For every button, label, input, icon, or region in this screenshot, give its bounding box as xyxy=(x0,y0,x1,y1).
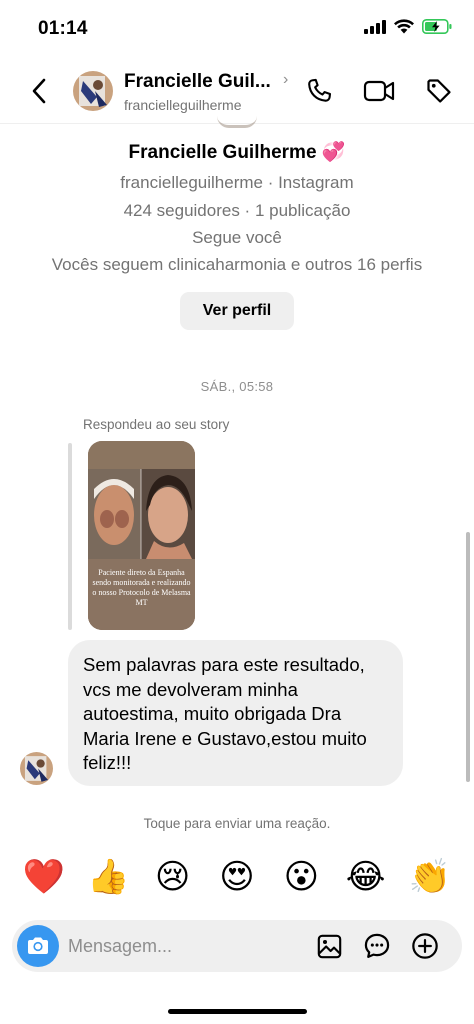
message-text: Sem palavras para este resultado, vcs me… xyxy=(83,654,367,773)
received-message-bubble[interactable]: Sem palavras para este resultado, vcs me… xyxy=(68,640,403,786)
home-indicator xyxy=(168,1009,307,1014)
header-display-name[interactable]: Francielle Guil... xyxy=(124,71,271,93)
back-button[interactable] xyxy=(22,74,56,108)
reaction-clapping[interactable]: 👏 xyxy=(408,855,452,899)
scrollbar[interactable] xyxy=(466,532,470,782)
video-call-button[interactable] xyxy=(362,74,396,108)
story-reply-label: Respondeu ao seu story xyxy=(83,417,230,432)
reaction-thumbs-up[interactable]: 👍 xyxy=(86,855,130,899)
chevron-left-icon xyxy=(32,78,46,104)
reaction-heart[interactable]: ❤️ xyxy=(22,855,66,899)
view-profile-button[interactable]: Ver perfil xyxy=(180,292,294,330)
camera-button[interactable] xyxy=(17,925,59,967)
chat-header: Francielle Guil... › francielleguilherme xyxy=(0,58,474,124)
message-composer xyxy=(12,920,462,972)
profile-source: francielleguilherme · Instagram xyxy=(120,173,354,192)
profile-display-name: Francielle Guilherme 💞 xyxy=(128,142,346,163)
add-button[interactable] xyxy=(410,931,440,961)
tag-icon xyxy=(427,79,451,103)
gallery-button[interactable] xyxy=(314,931,344,961)
reaction-crying[interactable]: 😢 xyxy=(151,855,195,899)
profile-stats: 424 seguidores · 1 publicação xyxy=(123,201,351,220)
video-camera-icon xyxy=(363,80,395,102)
profile-mutuals: Vocês seguem clinicaharmonia e outros 16… xyxy=(51,255,423,274)
message-timestamp: SÁB., 05:58 xyxy=(200,379,274,394)
phone-icon xyxy=(308,78,332,102)
sticker-button[interactable] xyxy=(362,931,392,961)
status-time: 01:14 xyxy=(38,18,88,39)
reply-indicator-bar xyxy=(68,443,72,630)
audio-call-button[interactable] xyxy=(302,74,336,108)
signal-icon xyxy=(364,19,386,39)
sender-avatar[interactable] xyxy=(20,752,53,785)
reaction-laughing[interactable]: 😂 xyxy=(344,855,388,899)
reaction-bar: ❤️ 👍 😢 😍 😮 😂 👏 xyxy=(22,852,452,902)
profile-photo xyxy=(20,752,53,785)
header-username[interactable]: francielleguilherme xyxy=(124,97,242,113)
reaction-hint: Toque para enviar uma reação. xyxy=(143,816,331,831)
message-input[interactable] xyxy=(68,920,298,972)
chevron-right-icon: › xyxy=(283,71,289,88)
tag-button[interactable] xyxy=(422,74,456,108)
battery-charging-icon xyxy=(422,19,452,39)
chat-bubble-dots-icon xyxy=(364,933,390,958)
story-thumbnail[interactable]: Paciente direto da Espanha sendo monitor… xyxy=(88,441,195,630)
reaction-surprised[interactable]: 😮 xyxy=(279,855,323,899)
header-avatar[interactable] xyxy=(73,71,113,111)
status-bar: 01:14 xyxy=(0,0,474,58)
profile-follows-you: Segue você xyxy=(192,228,282,247)
camera-icon xyxy=(28,937,48,954)
wifi-icon xyxy=(394,19,414,39)
plus-circle-icon xyxy=(412,933,438,959)
image-icon xyxy=(317,934,341,958)
story-caption: Paciente direto da Espanha sendo monitor… xyxy=(92,568,191,607)
profile-avatar-peek xyxy=(217,116,257,128)
reaction-heart-eyes[interactable]: 😍 xyxy=(215,855,259,899)
status-icons xyxy=(364,19,452,39)
profile-photo xyxy=(73,71,113,111)
